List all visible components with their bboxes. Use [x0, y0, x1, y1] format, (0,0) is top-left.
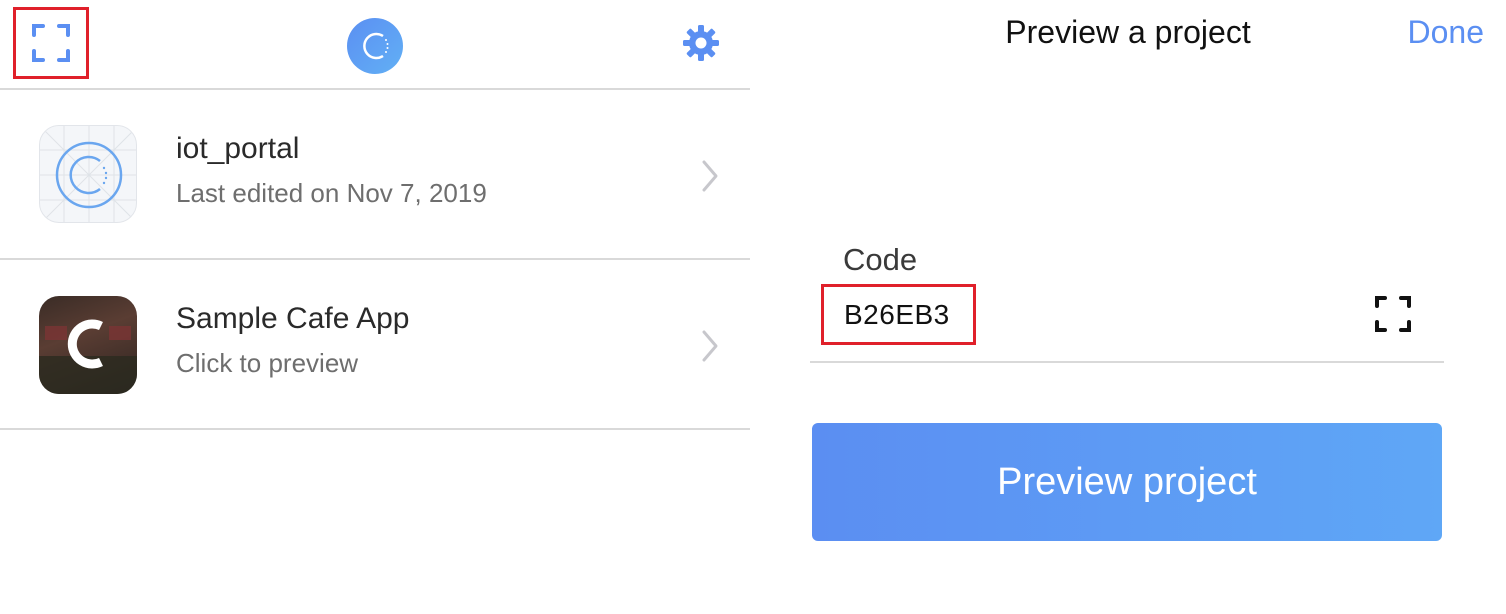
project-subtitle: Last edited on Nov 7, 2019	[176, 178, 487, 208]
scan-button[interactable]	[13, 7, 89, 79]
project-subtitle: Click to preview	[176, 348, 359, 378]
cafe-app-icon	[39, 296, 137, 394]
chevron-right-icon	[702, 160, 718, 192]
row-divider	[0, 428, 750, 430]
code-label: Code	[843, 242, 918, 277]
preview-project-panel: Preview a project Done Code B26EB3 Previ…	[770, 0, 1506, 614]
project-title: Sample Cafe App	[176, 302, 410, 335]
done-button[interactable]: Done	[1408, 14, 1485, 51]
app-logo-icon	[347, 18, 403, 74]
project-logo-icon	[39, 125, 137, 223]
code-input-underline	[810, 361, 1444, 363]
project-row[interactable]: Sample Cafe App Click to preview	[0, 260, 750, 428]
chevron-right-icon	[702, 330, 718, 362]
project-row[interactable]: iot_portal Last edited on Nov 7, 2019	[0, 90, 750, 258]
gear-icon	[683, 25, 719, 61]
page-title: Preview a project	[1005, 14, 1251, 50]
preview-project-button[interactable]: Preview project	[812, 423, 1442, 541]
project-list-panel: iot_portal Last edited on Nov 7, 2019 Sa…	[0, 0, 750, 614]
code-input[interactable]: B26EB3	[821, 284, 976, 345]
scan-qr-icon	[32, 24, 70, 62]
scan-qr-icon[interactable]	[1373, 294, 1413, 334]
project-title: iot_portal	[176, 132, 300, 165]
settings-button[interactable]	[680, 22, 722, 64]
